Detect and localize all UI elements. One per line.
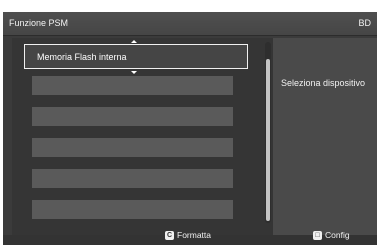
- format-hint[interactable]: C Formatta: [165, 230, 212, 241]
- device-list: Memoria Flash interna: [12, 38, 273, 235]
- scroll-down-arrow-icon[interactable]: [131, 71, 137, 74]
- scroll-up-arrow-icon[interactable]: [131, 40, 137, 43]
- list-item[interactable]: [32, 169, 233, 188]
- list-item[interactable]: [32, 76, 233, 95]
- title-bar: Funzione PSM BD: [3, 12, 377, 36]
- info-panel: Seleziona dispositivo: [273, 38, 377, 235]
- list-item-selected[interactable]: Memoria Flash interna: [24, 44, 248, 69]
- c-key-icon: C: [165, 231, 174, 241]
- list-item[interactable]: [32, 138, 233, 157]
- config-key-icon: □: [313, 231, 322, 241]
- list-item-label: Memoria Flash interna: [37, 52, 127, 62]
- psm-screen: Funzione PSM BD Memoria Flash interna Se…: [3, 12, 377, 245]
- info-text: Seleziona dispositivo: [281, 78, 366, 88]
- list-item[interactable]: [32, 200, 233, 219]
- format-label: Formatta: [177, 230, 212, 240]
- source-label: BD: [358, 18, 371, 28]
- list-item[interactable]: [32, 107, 233, 126]
- config-hint[interactable]: □ Config: [313, 230, 350, 241]
- config-label: Config: [325, 230, 350, 240]
- page-title: Funzione PSM: [9, 18, 69, 28]
- scrollbar[interactable]: [265, 42, 271, 223]
- scrollbar-thumb[interactable]: [266, 59, 270, 221]
